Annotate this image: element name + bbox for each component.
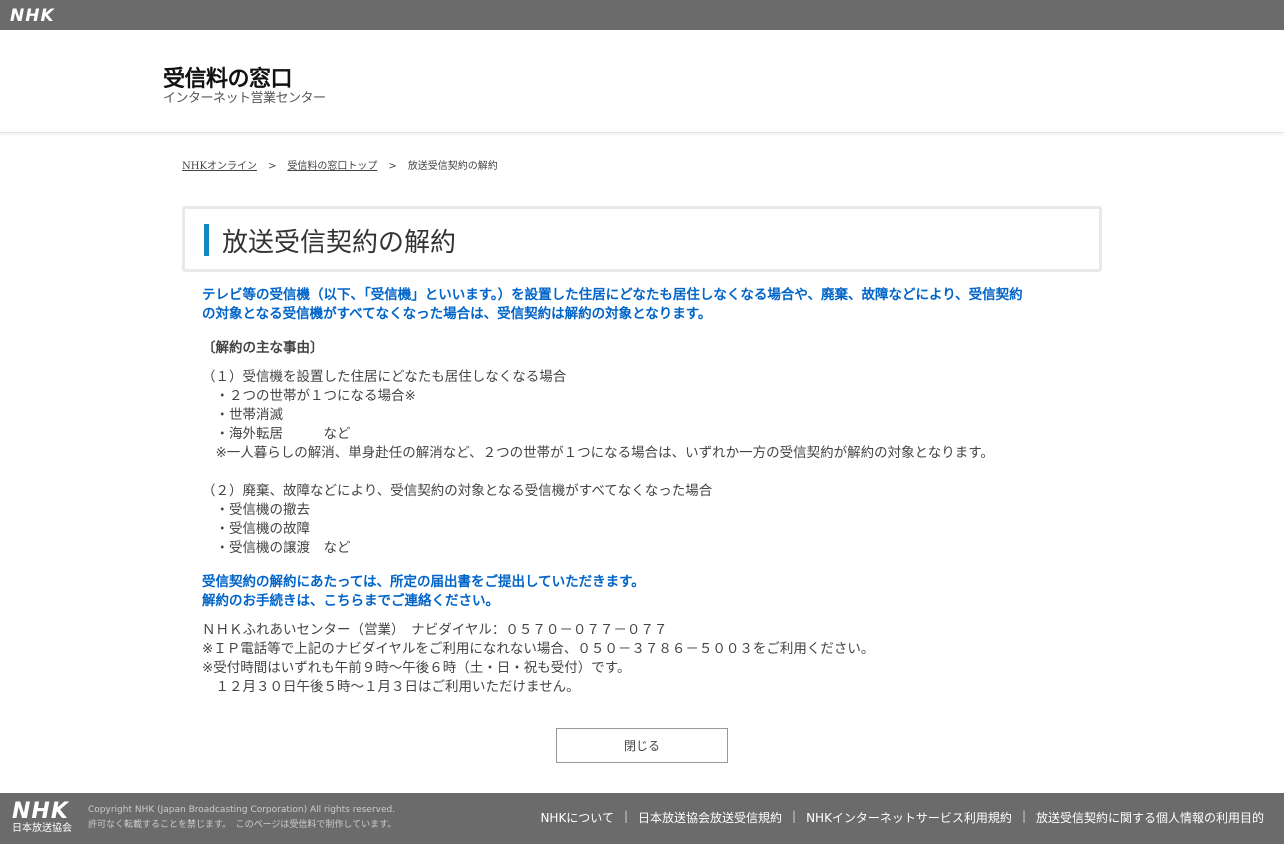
site-header: 受信料の窓口 インターネット営業センター xyxy=(0,30,1284,133)
reason-line: ※一人暮らしの解消、単身赴任の解消など、２つの世帯が１つになる場合は、いずれか一… xyxy=(202,445,994,461)
breadcrumb-nhk-online[interactable]: NHKオンライン xyxy=(182,161,257,172)
reasons-heading: 〔解約の主な事由〕 xyxy=(202,340,324,356)
lead-line: テレビ等の受信機（以下、「受信機」といいます。）を設置した住居にどなたも居住しな… xyxy=(202,287,1023,303)
copyright-line: Copyright NHK (Japan Broadcasting Corpor… xyxy=(88,805,396,815)
copyright-line: 許可なく転載することを禁じます。 このページは受信料で制作しています。 xyxy=(88,820,397,830)
contact-line: ※ＩＰ電話等で上記のナビダイヤルをご利用になれない場合、０５０－３７８６－５００… xyxy=(202,641,875,657)
breadcrumb-separator: > xyxy=(267,161,277,172)
close-button[interactable]: 閉じる xyxy=(556,728,728,763)
contact-line: ※受付時間はいずれも午前９時～午後６時（土・日・祝も受付）です。 xyxy=(202,660,631,676)
footer-link-privacy[interactable]: 放送受信契約に関する個人情報の利用目的 xyxy=(1036,809,1264,826)
reason-line: ・受信機の撤去 xyxy=(202,502,310,518)
contact-line: １２月３０日午後５時～１月３日はご利用いただけません。 xyxy=(202,679,580,695)
footer-divider: | xyxy=(623,809,628,823)
site-subtitle: インターネット営業センター xyxy=(163,91,326,106)
reason-line: （２）廃棄、故障などにより、受信契約の対象となる受信機がすべてなくなった場合 xyxy=(202,483,713,499)
breadcrumb-top[interactable]: 受信料の窓口トップ xyxy=(287,161,377,172)
contact-line: ＮＨＫふれあいセンター（営業） ナビダイヤル：０５７０－０７７－０７７ xyxy=(202,622,668,638)
reason-line: ・海外転居 など xyxy=(202,426,351,442)
footer-link-terms[interactable]: 日本放送協会放送受信規約 xyxy=(638,809,782,826)
footer-link-internet-terms[interactable]: NHKインターネットサービス利用規約 xyxy=(806,809,1012,826)
top-bar: NHK xyxy=(0,0,1284,30)
reasons-list: （１）受信機を設置した住居にどなたも居住しなくなる場合 ・２つの世帯が１つになる… xyxy=(202,368,1082,558)
reason-line: （１）受信機を設置した住居にどなたも居住しなくなる場合 xyxy=(202,369,567,385)
main-content: テレビ等の受信機（以下、「受信機」といいます。）を設置した住居にどなたも居住しな… xyxy=(202,286,1082,697)
footer-logo[interactable]: NHK 日本放送協会 xyxy=(12,801,72,835)
page-title: 放送受信契約の解約 xyxy=(222,228,457,258)
notice-text: 受信契約の解約にあたっては、所定の届出書をご提出していただきます。 解約のお手続… xyxy=(202,573,1082,611)
notice-line: 受信契約の解約にあたっては、所定の届出書をご提出していただきます。 xyxy=(202,574,645,590)
breadcrumb: NHKオンライン > 受信料の窓口トップ > 放送受信契約の解約 xyxy=(182,157,498,172)
breadcrumb-current: 放送受信契約の解約 xyxy=(407,161,498,172)
breadcrumb-separator: > xyxy=(388,161,397,172)
footer-divider: | xyxy=(792,809,797,823)
footer-links: NHKについて | 日本放送協会放送受信規約 | NHKインターネットサービス利… xyxy=(540,809,1264,826)
footer-logo-sub: 日本放送協会 xyxy=(12,823,72,834)
nhk-logo[interactable]: NHK xyxy=(10,6,55,26)
footer-logo-mark: NHK xyxy=(12,799,69,824)
copyright: Copyright NHK (Japan Broadcasting Corpor… xyxy=(88,803,396,833)
title-accent-bar xyxy=(204,224,209,256)
footer-link-about[interactable]: NHKについて xyxy=(540,809,614,826)
contact-info: ＮＨＫふれあいセンター（営業） ナビダイヤル：０５７０－０７７－０７７ ※ＩＰ電… xyxy=(202,621,1082,697)
reason-line: ・受信機の譲渡 など xyxy=(202,540,351,556)
reason-line: ・世帯消滅 xyxy=(202,407,283,423)
notice-line: 解約のお手続きは、こちらまでご連絡ください。 xyxy=(202,593,499,609)
reason-line: ・受信機の故障 xyxy=(202,521,310,537)
reason-line: ・２つの世帯が１つになる場合※ xyxy=(202,388,416,404)
lead-line: の対象となる受信機がすべてなくなった場合は、受信契約は解約の対象となります。 xyxy=(202,306,712,322)
footer: NHK 日本放送協会 Copyright NHK (Japan Broadcas… xyxy=(0,793,1284,844)
reason-line xyxy=(202,463,1082,482)
page-title-box: 放送受信契約の解約 xyxy=(182,206,1102,272)
footer-divider: | xyxy=(1021,809,1026,823)
lead-text: テレビ等の受信機（以下、「受信機」といいます。）を設置した住居にどなたも居住しな… xyxy=(202,286,1082,324)
